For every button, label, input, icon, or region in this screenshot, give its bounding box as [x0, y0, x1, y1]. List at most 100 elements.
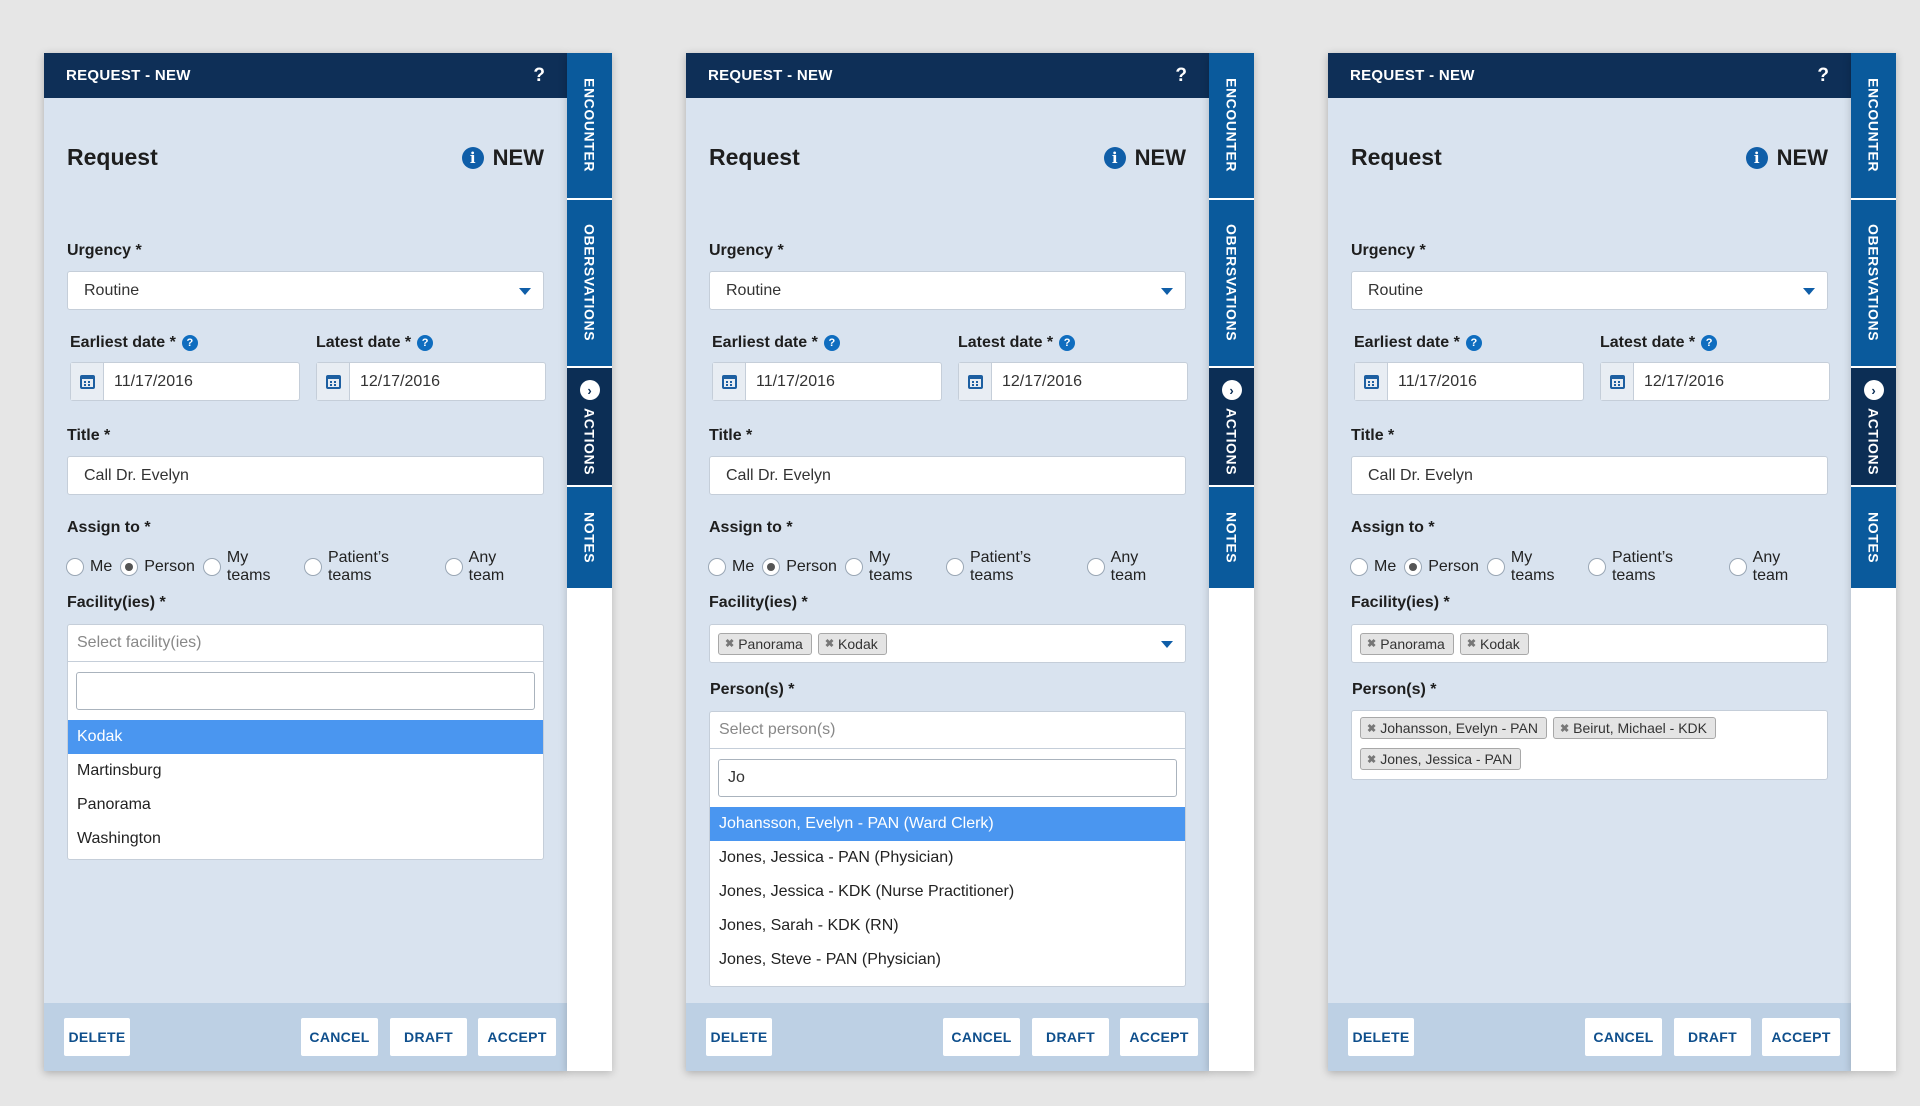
cancel-button[interactable]: CANCEL: [1585, 1018, 1662, 1056]
draft-button[interactable]: DRAFT: [1674, 1018, 1751, 1056]
info-icon[interactable]: i: [1745, 146, 1768, 169]
close-icon[interactable]: ✖: [1367, 637, 1376, 650]
question-icon[interactable]: ?: [181, 335, 198, 351]
radio-button[interactable]: [1486, 558, 1505, 576]
person-tag[interactable]: ✖ Johansson, Evelyn - PAN: [1360, 717, 1547, 739]
radio-button[interactable]: [444, 558, 463, 576]
question-icon[interactable]: ?: [823, 335, 840, 351]
radio-button[interactable]: [66, 558, 84, 576]
earliest-date-field[interactable]: 11/17/2016: [1354, 362, 1584, 401]
facility-tag[interactable]: ✖ Kodak: [1459, 632, 1529, 655]
help-button[interactable]: ?: [1817, 65, 1829, 87]
radio-my-teams[interactable]: My teams: [844, 549, 938, 585]
urgency-select[interactable]: Routine: [709, 271, 1186, 310]
question-icon[interactable]: ?: [417, 335, 434, 351]
calendar-button[interactable]: [1355, 363, 1388, 400]
title-input[interactable]: Call Dr. Evelyn: [1351, 456, 1828, 495]
cancel-button[interactable]: CANCEL: [301, 1018, 378, 1056]
close-icon[interactable]: ✖: [725, 637, 734, 650]
delete-button[interactable]: DELETE: [706, 1018, 772, 1056]
radio-button[interactable]: [1350, 558, 1368, 576]
tab-observations[interactable]: OBERSVATIONS: [567, 200, 612, 366]
person-search-input[interactable]: Jo: [718, 759, 1177, 797]
info-icon[interactable]: i: [461, 146, 484, 169]
facility-option[interactable]: Martinsburg: [68, 754, 543, 788]
radio-person[interactable]: Person: [1404, 558, 1479, 576]
radio-any-team[interactable]: Any team: [444, 549, 536, 585]
close-icon[interactable]: ✖: [1467, 637, 1476, 650]
radio-any-team[interactable]: Any team: [1086, 549, 1178, 585]
tab-actions[interactable]: › ACTIONS: [1209, 368, 1254, 485]
facility-select-placeholder[interactable]: Select facility(ies): [68, 625, 543, 662]
facility-tag[interactable]: ✖ Kodak: [817, 632, 887, 655]
draft-button[interactable]: DRAFT: [390, 1018, 467, 1056]
question-icon[interactable]: ?: [1701, 335, 1718, 351]
facility-option[interactable]: Kodak: [68, 720, 543, 754]
title-input[interactable]: Call Dr. Evelyn: [67, 456, 544, 495]
tab-observations[interactable]: OBERSVATIONS: [1851, 200, 1896, 366]
accept-button[interactable]: ACCEPT: [1762, 1018, 1840, 1056]
question-icon[interactable]: ?: [1465, 335, 1482, 351]
person-option[interactable]: Jones, Jessica - PAN (Physician): [710, 841, 1185, 875]
tab-encounter[interactable]: ENCOUNTER: [1209, 53, 1254, 198]
title-input[interactable]: Call Dr. Evelyn: [709, 456, 1186, 495]
radio-button[interactable]: [844, 558, 863, 576]
latest-date-field[interactable]: 12/17/2016: [316, 362, 546, 401]
radio-person[interactable]: Person: [762, 558, 837, 576]
info-icon[interactable]: i: [1103, 146, 1126, 169]
person-dropdown[interactable]: Select person(s) Jo Johansson, Evelyn - …: [709, 711, 1186, 987]
radio-button[interactable]: [304, 558, 322, 576]
accept-button[interactable]: ACCEPT: [478, 1018, 556, 1056]
facility-option[interactable]: Washington: [68, 822, 543, 856]
radio-my-teams[interactable]: My teams: [1486, 549, 1580, 585]
person-option[interactable]: Johansson, Evelyn - PAN (Ward Clerk): [710, 807, 1185, 841]
radio-button[interactable]: [762, 558, 781, 576]
calendar-button[interactable]: [317, 363, 350, 400]
tab-encounter[interactable]: ENCOUNTER: [1851, 53, 1896, 198]
radio-button[interactable]: [946, 558, 964, 576]
tab-notes[interactable]: NOTES: [567, 487, 612, 588]
tab-observations[interactable]: OBERSVATIONS: [1209, 200, 1254, 366]
radio-button[interactable]: [708, 558, 726, 576]
facility-option[interactable]: Panorama: [68, 788, 543, 822]
draft-button[interactable]: DRAFT: [1032, 1018, 1109, 1056]
tab-notes[interactable]: NOTES: [1851, 487, 1896, 588]
radio-button[interactable]: [1404, 558, 1423, 576]
tab-notes[interactable]: NOTES: [1209, 487, 1254, 588]
person-option[interactable]: Jones, Sarah - KDK (RN): [710, 909, 1185, 943]
close-icon[interactable]: ✖: [1367, 753, 1376, 766]
close-icon[interactable]: ✖: [825, 637, 834, 650]
person-option[interactable]: Jones, Steve - PAN (Physician): [710, 943, 1185, 977]
close-icon[interactable]: ✖: [1367, 722, 1376, 735]
radio-button[interactable]: [1086, 558, 1105, 576]
person-tag[interactable]: ✖ Jones, Jessica - PAN: [1360, 748, 1522, 770]
person-select[interactable]: ✖ Johansson, Evelyn - PAN ✖ Beirut, Michae…: [1351, 710, 1828, 780]
delete-button[interactable]: DELETE: [1348, 1018, 1414, 1056]
tab-actions[interactable]: › ACTIONS: [567, 368, 612, 485]
radio-button[interactable]: [1728, 558, 1747, 576]
person-tag[interactable]: ✖ Beirut, Michael - KDK: [1552, 717, 1716, 739]
radio-person[interactable]: Person: [120, 558, 195, 576]
help-button[interactable]: ?: [533, 65, 545, 87]
help-button[interactable]: ?: [1175, 65, 1187, 87]
radio-button[interactable]: [120, 558, 139, 576]
latest-date-field[interactable]: 12/17/2016: [958, 362, 1188, 401]
close-icon[interactable]: ✖: [1560, 722, 1569, 735]
urgency-select[interactable]: Routine: [67, 271, 544, 310]
radio-me[interactable]: Me: [66, 558, 112, 576]
radio-button[interactable]: [1588, 558, 1606, 576]
accept-button[interactable]: ACCEPT: [1120, 1018, 1198, 1056]
facility-dropdown[interactable]: Select facility(ies) Kodak Martinsburg P…: [67, 624, 544, 860]
facility-select[interactable]: ✖ Panorama ✖ Kodak: [709, 624, 1186, 663]
tab-encounter[interactable]: ENCOUNTER: [567, 53, 612, 198]
radio-patients-teams[interactable]: Patient’s teams: [946, 549, 1079, 585]
urgency-select[interactable]: Routine: [1351, 271, 1828, 310]
radio-my-teams[interactable]: My teams: [202, 549, 296, 585]
calendar-button[interactable]: [959, 363, 992, 400]
radio-patients-teams[interactable]: Patient’s teams: [1588, 549, 1721, 585]
calendar-button[interactable]: [71, 363, 104, 400]
earliest-date-field[interactable]: 11/17/2016: [712, 362, 942, 401]
question-icon[interactable]: ?: [1059, 335, 1076, 351]
facility-tag[interactable]: ✖ Panorama: [1360, 632, 1454, 655]
radio-me[interactable]: Me: [708, 558, 754, 576]
